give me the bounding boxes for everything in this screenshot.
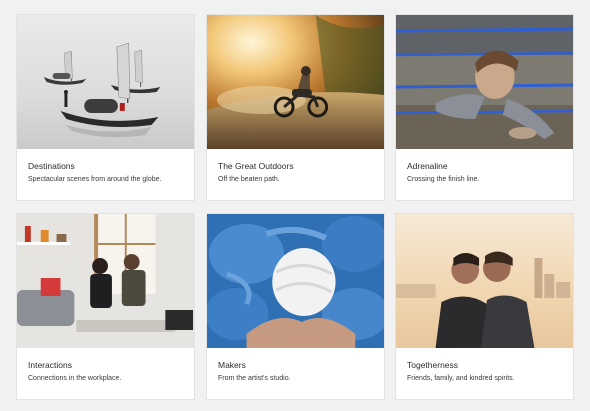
collection-card-togetherness[interactable]: Togetherness Friends, family, and kindre… (395, 213, 574, 400)
collection-subtitle: Friends, family, and kindred spirits. (407, 375, 515, 382)
collection-title: Makers (218, 360, 246, 370)
motorcyclist-on-dirt-road-image (207, 15, 384, 149)
collection-card-makers[interactable]: Makers From the artist's studio. (206, 213, 385, 400)
collection-subtitle: Off the beaten path. (218, 176, 280, 183)
collection-title: Interactions (28, 360, 72, 370)
collection-title: The Great Outdoors (218, 161, 294, 171)
collection-title: Adrenaline (407, 161, 448, 171)
collections-grid: Destinations Spectacular scenes from aro… (0, 0, 590, 411)
runner-crawling-in-mud-image (396, 15, 573, 149)
collection-card-adrenaline[interactable]: Adrenaline Crossing the finish line. (395, 14, 574, 201)
hands-holding-yarn-image (207, 214, 384, 348)
collection-card-the-great-outdoors[interactable]: The Great Outdoors Off the beaten path. (206, 14, 385, 201)
collection-subtitle: From the artist's studio. (218, 375, 291, 382)
couple-kissing-at-sunset-image (396, 214, 573, 348)
collection-title: Destinations (28, 161, 75, 171)
collection-subtitle: Spectacular scenes from around the globe… (28, 176, 162, 183)
collection-card-interactions[interactable]: Interactions Connections in the workplac… (16, 213, 195, 400)
collection-subtitle: Connections in the workplace. (28, 375, 122, 382)
collection-card-destinations[interactable]: Destinations Spectacular scenes from aro… (16, 14, 195, 201)
collection-title: Togetherness (407, 360, 459, 370)
collection-subtitle: Crossing the finish line. (407, 176, 480, 183)
boats-on-misty-lake-image (17, 15, 194, 149)
people-meeting-in-office-image (17, 214, 194, 348)
